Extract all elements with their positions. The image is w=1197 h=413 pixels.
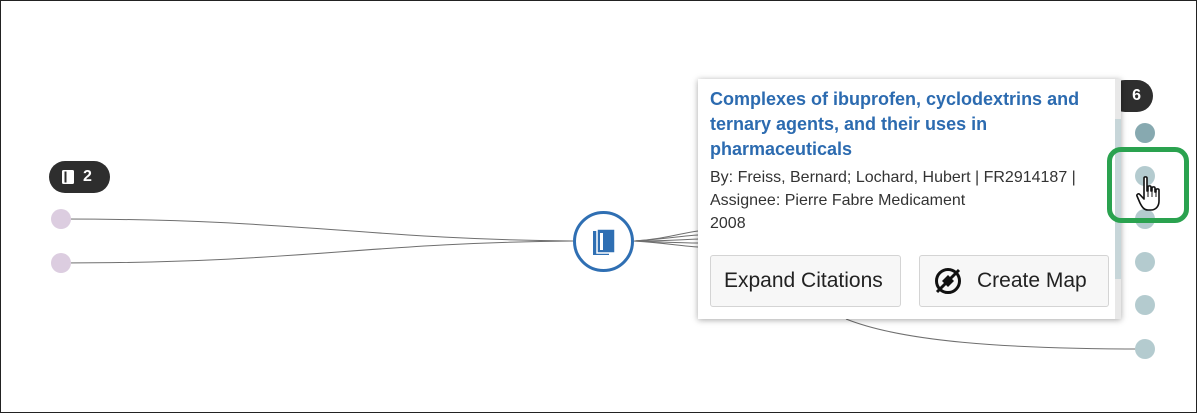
reference-node[interactable] xyxy=(51,209,71,229)
hand-pointer-icon xyxy=(1136,176,1160,211)
focus-patent-node[interactable] xyxy=(573,211,634,272)
citing-node[interactable] xyxy=(1135,339,1155,359)
edge-left-2 xyxy=(60,240,574,264)
patent-year: 2008 xyxy=(710,215,746,232)
patent-title-link[interactable]: Complexes of ibuprofen, cyclodextrins an… xyxy=(710,87,1109,162)
reference-node[interactable] xyxy=(51,253,71,273)
book-icon xyxy=(62,170,74,184)
patent-authors: By: Freiss, Bernard; Lochard, Hubert | F… xyxy=(710,169,1076,186)
citation-map-canvas[interactable]: 2 6 Complexes of ibuprofen, cyclodextrin… xyxy=(0,0,1197,413)
patent-metadata: By: Freiss, Bernard; Lochard, Hubert | F… xyxy=(710,166,1109,235)
citation-count: 6 xyxy=(1132,87,1141,104)
reference-count: 2 xyxy=(83,168,92,185)
create-map-button[interactable]: Create Map xyxy=(919,255,1109,307)
citing-node[interactable] xyxy=(1135,123,1155,143)
compass-icon xyxy=(935,268,961,294)
edge-left-1 xyxy=(60,218,574,242)
create-map-label: Create Map xyxy=(977,269,1087,292)
expand-citations-button[interactable]: Expand Citations xyxy=(710,255,901,307)
reference-count-badge[interactable]: 2 xyxy=(49,161,110,193)
expand-citations-label: Expand Citations xyxy=(724,269,883,292)
patent-detail-popup: Complexes of ibuprofen, cyclodextrins an… xyxy=(698,79,1121,319)
edge-right-6 xyxy=(845,318,1146,350)
citing-node[interactable] xyxy=(1135,295,1155,315)
patent-assignee: Assignee: Pierre Fabre Medicament xyxy=(710,192,966,209)
book-icon xyxy=(592,227,616,255)
citing-node[interactable] xyxy=(1135,252,1155,272)
popup-actions: Expand Citations Create Map xyxy=(710,255,1109,307)
